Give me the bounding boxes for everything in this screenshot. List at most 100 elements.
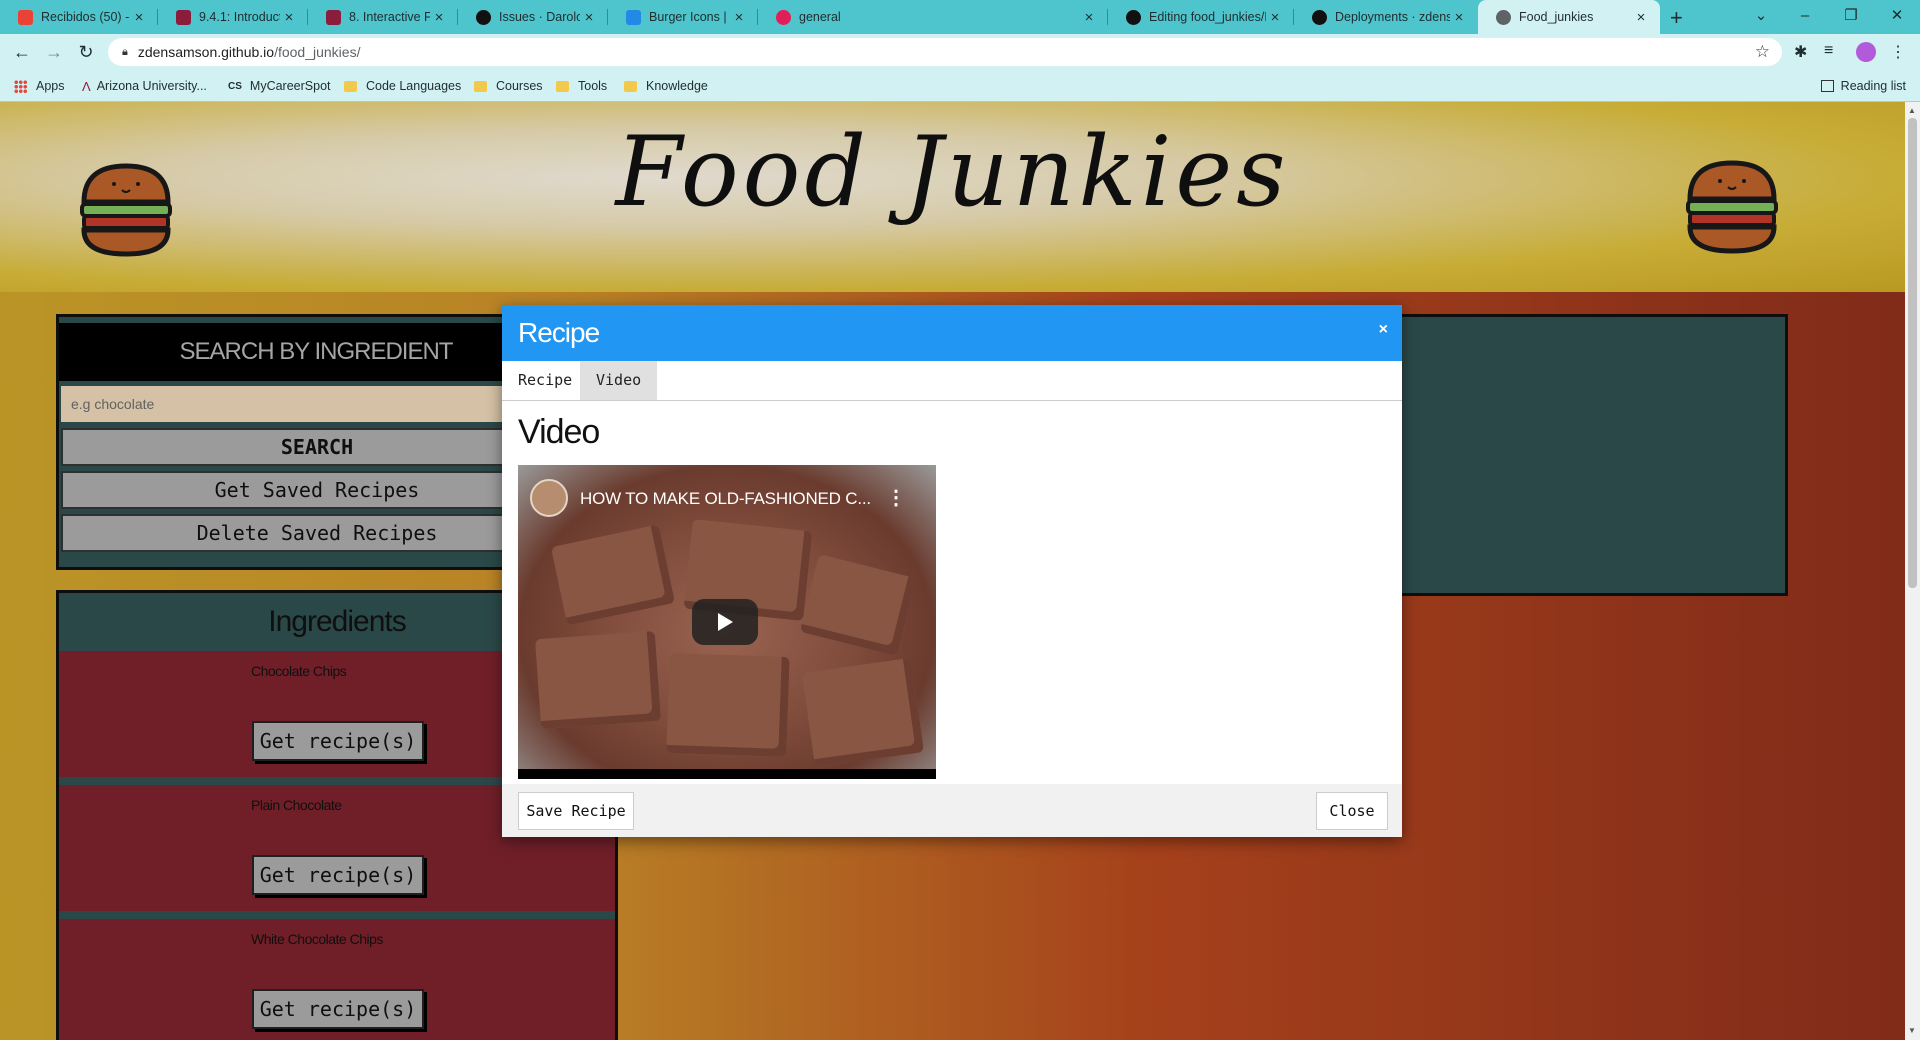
modal-header: Recipe × [502, 305, 1402, 361]
tab-title: Recibidos (50) - david [41, 10, 130, 24]
bookmarks-bar: Apps Ʌ Arizona University... CS MyCareer… [0, 70, 1920, 102]
folder-icon [556, 80, 569, 92]
menu-kebab-icon[interactable]: ⋮ [1890, 42, 1906, 62]
tab-title: Deployments · zdensa [1335, 10, 1450, 24]
scroll-down-icon[interactable]: ▼ [1908, 1026, 1916, 1035]
tab-title: general [799, 10, 841, 24]
video-title[interactable]: HOW TO MAKE OLD-FASHIONED C... [580, 489, 871, 509]
modal-title: Recipe [518, 317, 600, 348]
cs-icon: CS [228, 80, 242, 92]
tab-close-icon[interactable]: × [1266, 9, 1284, 26]
folder-icon [474, 80, 487, 92]
lock-icon: 🔒︎ [122, 45, 128, 58]
reading-list-button[interactable]: Reading list [1820, 70, 1906, 102]
profile-avatar[interactable] [1856, 42, 1876, 62]
bookmark-label: Knowledge [646, 79, 708, 93]
bookmark-label: Code Languages [366, 79, 462, 93]
play-icon [718, 613, 733, 631]
bookmark-folder-courses[interactable]: Courses [474, 70, 543, 102]
browser-tab[interactable]: general × [758, 0, 1108, 34]
tab-video[interactable]: Video [580, 361, 658, 400]
canvas-icon [176, 9, 191, 25]
tab-title: Issues · Darolo13/port [499, 10, 580, 24]
tab-close-icon[interactable]: × [1450, 9, 1468, 26]
bookmark-mycareerspot[interactable]: CS MyCareerSpot [228, 70, 331, 102]
close-icon[interactable]: × [1379, 321, 1388, 339]
folder-icon [344, 80, 357, 92]
browser-toolbar: ← → ↻ 🔒︎ zdensamson.github.io/food_junki… [0, 34, 1920, 70]
modal-tabs: Recipe Video [502, 361, 1402, 401]
tab-close-icon[interactable]: × [1080, 9, 1098, 26]
scrollbar-thumb[interactable] [1908, 118, 1917, 588]
page-scrollbar[interactable]: ▲ ▼ [1905, 102, 1920, 1040]
play-button[interactable] [692, 599, 758, 645]
bookmark-folder-code-languages[interactable]: Code Languages [344, 70, 461, 102]
flag-icon [626, 9, 641, 25]
tab-title: Burger Icons | Font Aw [649, 10, 730, 24]
reload-icon[interactable]: ↻ [72, 38, 100, 66]
modal-footer: Save Recipe Close [502, 784, 1402, 837]
bookmark-folder-tools[interactable]: Tools [556, 70, 607, 102]
minimize-icon[interactable]: – [1782, 0, 1828, 34]
close-window-icon[interactable]: ✕ [1874, 0, 1920, 34]
restore-icon[interactable]: ❐ [1828, 0, 1874, 34]
tab-title: 9.4.1: Introduction: Bo [199, 10, 280, 24]
tab-search-icon[interactable]: ⌄ [1738, 0, 1784, 34]
apps-grid-icon [14, 79, 27, 93]
gmail-icon [18, 9, 33, 25]
reading-list-label: Reading list [1840, 79, 1906, 93]
tab-close-icon[interactable]: × [730, 9, 748, 26]
new-tab-icon[interactable]: + [1670, 5, 1683, 31]
address-bar[interactable]: 🔒︎ zdensamson.github.io/food_junkies/ ☆ [108, 38, 1782, 66]
bookmark-star-icon[interactable]: ☆ [1755, 42, 1770, 62]
globe-icon [1496, 9, 1511, 25]
page-viewport: Food Junkies SEARCH BY INGREDIENT SEARCH… [0, 102, 1905, 1040]
extensions-icon[interactable]: ✱ [1794, 42, 1807, 62]
tab-title: 8. Interactive Front-En [349, 10, 430, 24]
tab-close-icon[interactable]: × [130, 9, 148, 26]
bookmark-apps[interactable]: Apps [14, 70, 65, 102]
github-icon [1312, 9, 1327, 25]
browser-tab[interactable]: Recibidos (50) - david × [0, 0, 158, 34]
tab-strip: Recibidos (50) - david × 9.4.1: Introduc… [0, 0, 1920, 34]
reading-list-icon [1820, 80, 1834, 92]
save-recipe-button[interactable]: Save Recipe [518, 792, 634, 830]
bookmark-label: Arizona University... [96, 79, 207, 93]
folder-icon [624, 80, 637, 92]
forward-icon[interactable]: → [40, 38, 68, 66]
github-icon [476, 9, 491, 25]
canvas-icon [326, 9, 341, 25]
browser-tab[interactable]: 8. Interactive Front-En × [308, 0, 458, 34]
back-icon[interactable]: ← [8, 38, 36, 66]
bookmark-label: Tools [578, 79, 608, 93]
browser-tab[interactable]: 9.4.1: Introduction: Bo × [158, 0, 308, 34]
chat-icon [776, 9, 791, 25]
video-player[interactable]: HOW TO MAKE OLD-FASHIONED C... ⋮ [518, 465, 936, 779]
bookmark-label: MyCareerSpot [249, 79, 331, 93]
browser-tab[interactable]: Deployments · zdensa × [1294, 0, 1478, 34]
bookmark-arizona-university[interactable]: Ʌ Arizona University... [82, 70, 207, 102]
tab-close-icon[interactable]: × [430, 9, 448, 26]
recipe-modal: Recipe × Recipe Video Video HOW TO MAKE … [502, 305, 1402, 837]
github-icon [1126, 9, 1141, 25]
url-path: /food_junkies/ [274, 44, 361, 60]
tab-close-icon[interactable]: × [280, 9, 298, 26]
browser-tab[interactable]: Editing food_junkies/R × [1108, 0, 1294, 34]
bookmark-folder-knowledge[interactable]: Knowledge [624, 70, 708, 102]
media-queue-icon[interactable]: ≡ [1824, 42, 1833, 60]
browser-tab[interactable]: Burger Icons | Font Aw × [608, 0, 758, 34]
browser-tab-active[interactable]: Food_junkies × [1478, 0, 1660, 34]
channel-avatar[interactable] [530, 479, 568, 517]
tab-title: Food_junkies [1519, 10, 1594, 24]
video-menu-icon[interactable]: ⋮ [886, 485, 906, 510]
tab-close-icon[interactable]: × [1632, 9, 1650, 26]
bookmark-label: Apps [36, 79, 65, 93]
video-section-heading: Video [518, 413, 600, 451]
scroll-up-icon[interactable]: ▲ [1908, 106, 1916, 115]
browser-tab[interactable]: Issues · Darolo13/port × [458, 0, 608, 34]
bookmark-label: Courses [496, 79, 543, 93]
tab-recipe[interactable]: Recipe [502, 361, 588, 400]
tab-title: Editing food_junkies/R [1149, 10, 1266, 24]
close-button[interactable]: Close [1316, 792, 1388, 830]
tab-close-icon[interactable]: × [580, 9, 598, 26]
